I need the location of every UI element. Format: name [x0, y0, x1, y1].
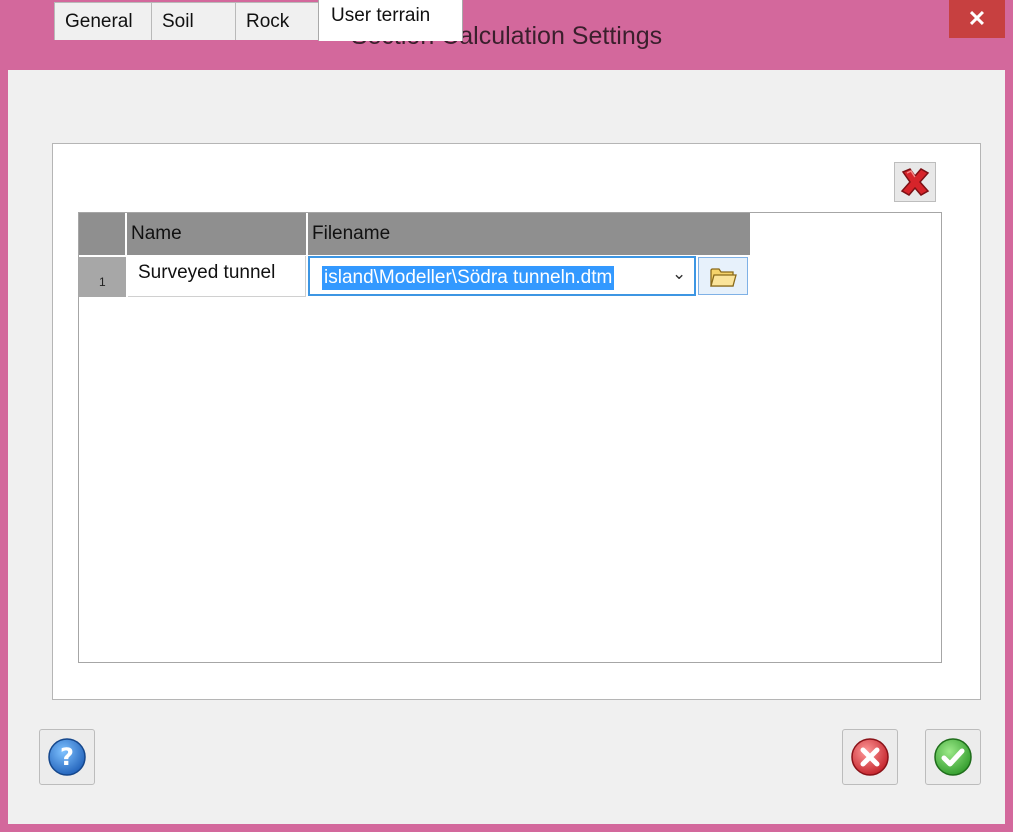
question-icon: ? — [48, 738, 86, 776]
grid-corner-header — [79, 213, 127, 255]
ok-button[interactable] — [925, 729, 981, 785]
filename-value[interactable]: island\Modeller\Södra tunneln.dtm — [322, 266, 615, 290]
tab-rock[interactable]: Rock — [235, 2, 319, 40]
browse-button[interactable] — [698, 257, 748, 295]
tab-soil[interactable]: Soil — [151, 2, 236, 40]
cancel-button[interactable] — [842, 729, 898, 785]
row-header[interactable]: 1 — [79, 256, 126, 297]
checkmark-icon — [934, 738, 972, 776]
tab-user-terrain[interactable]: User terrain — [318, 0, 463, 41]
delete-row-button[interactable] — [894, 162, 936, 202]
dialog-window: Section Calculation Settings ✕ General S… — [0, 0, 1013, 832]
filename-combobox[interactable]: island\Modeller\Södra tunneln.dtm ⌄ — [308, 256, 696, 296]
chevron-down-icon[interactable]: ⌄ — [672, 264, 686, 284]
help-button[interactable]: ? — [39, 729, 95, 785]
column-header-name[interactable]: Name — [127, 213, 308, 255]
cancel-icon — [851, 738, 889, 776]
svg-text:?: ? — [60, 743, 74, 771]
red-x-icon — [900, 168, 930, 196]
close-button[interactable]: ✕ — [949, 0, 1005, 38]
tab-general[interactable]: General — [54, 2, 152, 40]
name-cell[interactable]: Surveyed tunnel — [128, 256, 306, 297]
folder-icon — [710, 268, 737, 287]
column-header-filename[interactable]: Filename — [308, 213, 750, 255]
